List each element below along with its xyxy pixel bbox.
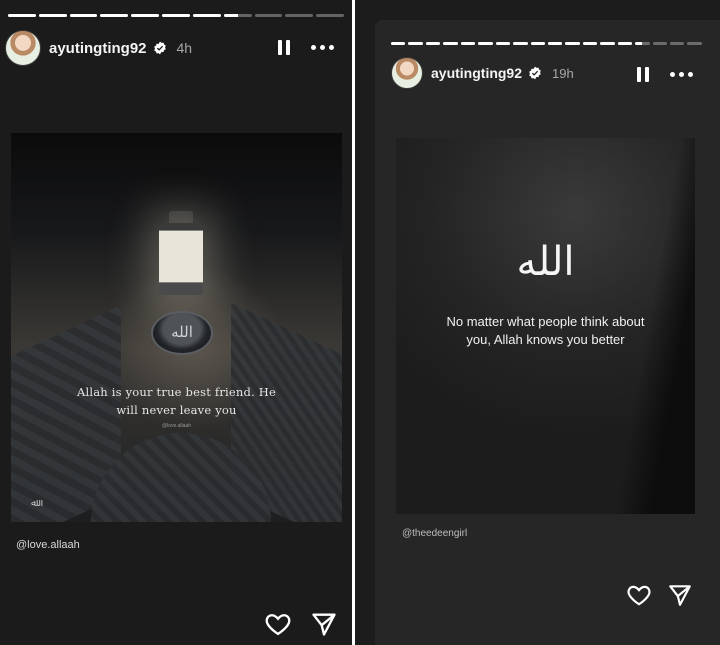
story-media[interactable]: الله No matter what people think about y… <box>396 138 695 514</box>
pause-icon[interactable] <box>278 40 290 55</box>
progress-segment <box>495 42 511 45</box>
progress-segment <box>69 14 98 17</box>
progress-segment <box>600 42 615 45</box>
signature-mark: ﷲ <box>31 498 37 509</box>
progress-segment <box>192 14 221 17</box>
story-card: ayutingting92 19h الله No matter what pe… <box>375 20 720 645</box>
send-icon[interactable] <box>310 610 338 638</box>
story-media[interactable]: الله Allah is your true best friend. He … <box>11 133 342 522</box>
lantern <box>159 223 203 295</box>
progress-segment <box>652 42 667 45</box>
verified-icon <box>529 66 541 80</box>
progress-segment <box>670 42 685 45</box>
quote-line: will never leave you <box>116 403 237 417</box>
progress-segment <box>8 14 36 17</box>
story-timestamp: 19h <box>552 65 574 81</box>
story-viewer-right: ayutingting92 19h الله No matter what pe… <box>355 0 720 645</box>
avatar[interactable] <box>391 57 423 89</box>
progress-segment <box>513 42 528 45</box>
progress-segment <box>635 42 650 45</box>
progress-segment <box>316 14 344 17</box>
progress-segment <box>223 14 252 17</box>
progress-segment <box>425 42 441 45</box>
more-icon[interactable] <box>311 45 334 50</box>
progress-segment <box>131 14 160 17</box>
progress-segment <box>391 42 406 45</box>
quote-line: Allah is your true best friend. He <box>76 385 277 399</box>
story-quote: No matter what people think about you, A… <box>396 313 695 349</box>
progress-segment <box>687 42 702 45</box>
pause-icon[interactable] <box>637 67 649 82</box>
story-progress-bar <box>8 14 344 17</box>
progress-segment <box>582 42 598 45</box>
verified-icon <box>153 41 166 55</box>
progress-segment <box>285 14 314 17</box>
avatar[interactable] <box>5 30 41 66</box>
medallion-text: الله <box>171 323 193 341</box>
progress-segment <box>443 42 458 45</box>
progress-segment <box>254 14 283 17</box>
send-icon[interactable] <box>667 582 693 608</box>
quote-line: you, Allah knows you better <box>466 332 625 347</box>
calligraphy-medallion: الله <box>151 311 213 355</box>
story-header: ayutingting92 4h <box>5 30 192 66</box>
progress-segment <box>530 42 545 45</box>
heart-icon[interactable] <box>626 582 652 608</box>
story-header: ayutingting92 19h <box>391 57 574 89</box>
story-quote: Allah is your true best friend. He will … <box>11 383 342 419</box>
progress-segment <box>162 14 190 17</box>
progress-segment <box>547 42 563 45</box>
more-icon[interactable] <box>670 72 693 77</box>
username[interactable]: ayutingting92 <box>431 65 522 81</box>
story-timestamp: 4h <box>176 40 193 56</box>
mention-tag[interactable]: @theedeengirl <box>402 528 467 539</box>
progress-segment <box>565 42 580 45</box>
progress-segment <box>408 42 423 45</box>
progress-segment <box>478 42 493 45</box>
progress-segment <box>38 14 67 17</box>
mention-tag[interactable]: @love.allaah <box>16 539 80 551</box>
progress-segment <box>100 14 129 17</box>
media-credit: @love.allaah <box>162 423 191 429</box>
progress-segment <box>460 42 476 45</box>
story-progress-bar <box>391 42 702 45</box>
heart-icon[interactable] <box>264 610 292 638</box>
calligraphy-title: الله <box>516 239 575 285</box>
story-viewer-left: ayutingting92 4h الله Allah is your true… <box>0 0 352 645</box>
username[interactable]: ayutingting92 <box>49 40 147 57</box>
progress-segment <box>617 42 633 45</box>
quote-line: No matter what people think about <box>446 314 645 329</box>
